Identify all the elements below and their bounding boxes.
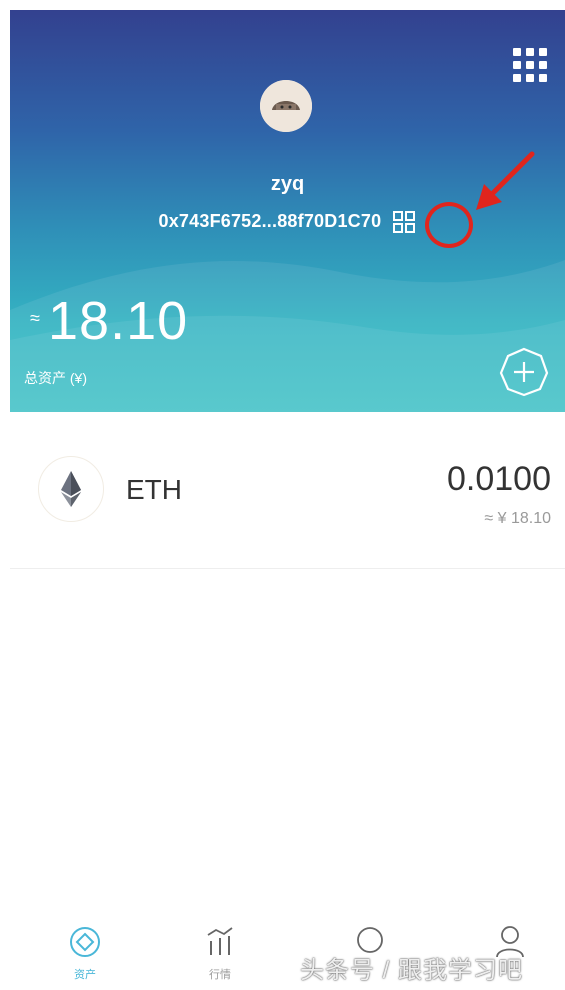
tab-assets-label: 资产 [74, 969, 96, 981]
wallet-header: zyq 0x743F6752...88f70D1C70 ≈ 18.10 总资产 … [10, 10, 565, 412]
total-balance: 18.10 [48, 291, 189, 351]
qr-code-icon[interactable] [392, 210, 416, 234]
asset-row-eth[interactable]: ETH 0.0100 ≈ ¥ 18.10 [10, 440, 565, 569]
annotation-arrow-icon [476, 151, 535, 210]
avatar[interactable] [260, 80, 312, 132]
total-balance-label: 总资产 (¥) [24, 370, 87, 386]
avatar-image [260, 80, 312, 132]
tab-market-label: 行情 [209, 969, 231, 981]
tab-assets[interactable]: 资产 [40, 925, 130, 982]
watermark-text: 头条号 / 跟我学习吧 [300, 957, 524, 984]
market-icon [207, 927, 233, 955]
assets-icon [70, 927, 100, 957]
balance-approx-symbol: ≈ [30, 308, 40, 328]
tab-market[interactable]: 行情 [175, 925, 265, 982]
eth-logo-icon [38, 456, 104, 522]
qr-annotation-circle [425, 202, 473, 248]
add-asset-button[interactable] [498, 346, 550, 398]
asset-amount: 0.0100 [447, 460, 551, 498]
asset-symbol: ETH [126, 474, 182, 505]
asset-fiat-value: ≈ ¥ 18.10 [484, 510, 551, 527]
menu-grid-icon[interactable] [513, 48, 547, 82]
wallet-address: 0x743F6752...88f70D1C70 [158, 210, 382, 231]
